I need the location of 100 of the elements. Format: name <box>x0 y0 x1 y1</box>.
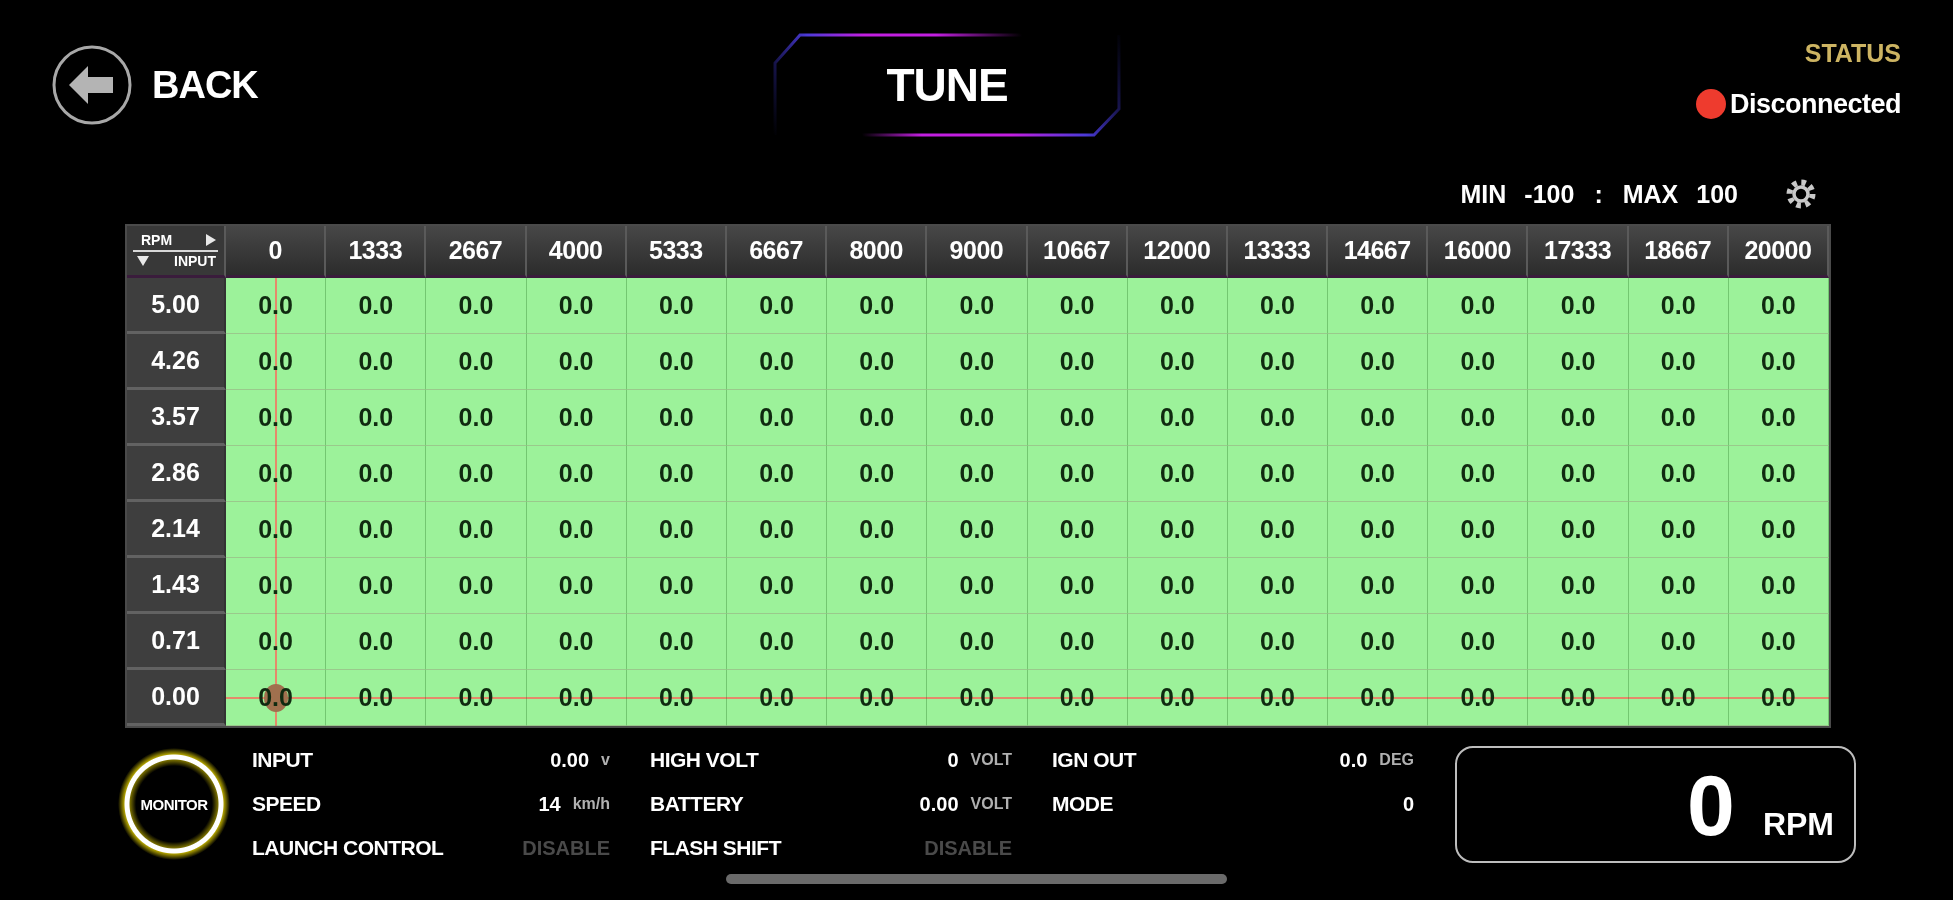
table-cell[interactable]: 0.0 <box>1728 446 1829 502</box>
table-cell[interactable]: 0.0 <box>827 390 928 446</box>
table-cell[interactable]: 0.0 <box>426 558 527 614</box>
table-cell[interactable]: 0.0 <box>426 502 527 558</box>
table-cell[interactable]: 0.0 <box>326 502 427 558</box>
table-cell[interactable]: 0.0 <box>1528 614 1629 670</box>
table-cell[interactable]: 0.0 <box>1428 446 1529 502</box>
table-cell[interactable]: 0.0 <box>1428 558 1529 614</box>
back-button[interactable]: BACK <box>52 45 258 125</box>
table-cell[interactable]: 0.0 <box>426 446 527 502</box>
table-cell[interactable]: 0.0 <box>626 614 727 670</box>
table-cell[interactable]: 0.0 <box>726 502 828 558</box>
table-cell[interactable]: 0.0 <box>1728 502 1829 558</box>
table-cell[interactable]: 0.0 <box>1127 334 1228 390</box>
table-cell[interactable]: 0.0 <box>626 390 727 446</box>
table-cell[interactable]: 0.0 <box>1127 614 1228 670</box>
table-cell[interactable]: 0.0 <box>1328 502 1429 558</box>
table-cell[interactable]: 0.0 <box>1728 390 1829 446</box>
table-cell[interactable]: 0.0 <box>927 446 1028 502</box>
table-cell[interactable]: 0.0 <box>426 614 527 670</box>
table-cell[interactable]: 0.0 <box>827 558 928 614</box>
table-cell[interactable]: 0.0 <box>1027 278 1128 334</box>
table-cell[interactable]: 0.0 <box>1227 502 1329 558</box>
table-cell[interactable]: 0.0 <box>1027 614 1128 670</box>
table-cell[interactable]: 0.0 <box>1428 390 1529 446</box>
table-cell[interactable]: 0.0 <box>726 390 828 446</box>
table-cell[interactable]: 0.0 <box>1728 614 1829 670</box>
table-cell[interactable]: 0.0 <box>626 502 727 558</box>
table-cell[interactable]: 0.0 <box>626 558 727 614</box>
table-cell[interactable]: 0.0 <box>326 614 427 670</box>
table-cell[interactable]: 0.0 <box>526 614 627 670</box>
table-cell[interactable]: 0.0 <box>626 334 727 390</box>
table-cell[interactable]: 0.0 <box>1528 390 1629 446</box>
table-cell[interactable]: 0.0 <box>927 278 1028 334</box>
table-cell[interactable]: 0.0 <box>927 390 1028 446</box>
table-cell[interactable]: 0.0 <box>726 278 828 334</box>
table-cell[interactable]: 0.0 <box>1328 558 1429 614</box>
table-cell[interactable]: 0.0 <box>1328 390 1429 446</box>
table-cell[interactable]: 0.0 <box>1328 614 1429 670</box>
table-cell[interactable]: 0.0 <box>1628 446 1729 502</box>
table-cell[interactable]: 0.0 <box>626 446 727 502</box>
table-cell[interactable]: 0.0 <box>1227 390 1329 446</box>
table-cell[interactable]: 0.0 <box>1027 446 1128 502</box>
monitor-button[interactable]: MONITOR <box>118 748 230 860</box>
table-cell[interactable]: 0.0 <box>1127 278 1228 334</box>
table-cell[interactable]: 0.0 <box>927 558 1028 614</box>
table-cell[interactable]: 0.0 <box>1528 502 1629 558</box>
table-cell[interactable]: 0.0 <box>1428 278 1529 334</box>
table-cell[interactable]: 0.0 <box>1227 558 1329 614</box>
table-cell[interactable]: 0.0 <box>1528 278 1629 334</box>
table-cell[interactable]: 0.0 <box>526 278 627 334</box>
table-cell[interactable]: 0.0 <box>726 446 828 502</box>
table-cell[interactable]: 0.0 <box>1528 334 1629 390</box>
table-cell[interactable]: 0.0 <box>1628 614 1729 670</box>
table-cell[interactable]: 0.0 <box>326 334 427 390</box>
table-cell[interactable]: 0.0 <box>1027 334 1128 390</box>
table-cell[interactable]: 0.0 <box>426 334 527 390</box>
table-cell[interactable]: 0.0 <box>1528 446 1629 502</box>
table-cell[interactable]: 0.0 <box>827 502 928 558</box>
table-cell[interactable]: 0.0 <box>827 334 928 390</box>
table-cell[interactable]: 0.0 <box>1127 502 1228 558</box>
settings-icon[interactable] <box>1786 179 1816 209</box>
table-cell[interactable]: 0.0 <box>526 390 627 446</box>
table-cell[interactable]: 0.0 <box>326 278 427 334</box>
table-cell[interactable]: 0.0 <box>1027 558 1128 614</box>
table-cell[interactable]: 0.0 <box>1328 334 1429 390</box>
table-cell[interactable]: 0.0 <box>526 334 627 390</box>
table-cell[interactable]: 0.0 <box>827 614 928 670</box>
table-cell[interactable]: 0.0 <box>1428 614 1529 670</box>
table-cell[interactable]: 0.0 <box>1227 446 1329 502</box>
table-cell[interactable]: 0.0 <box>626 278 727 334</box>
table-cell[interactable]: 0.0 <box>1628 558 1729 614</box>
table-cell[interactable]: 0.0 <box>426 390 527 446</box>
table-cell[interactable]: 0.0 <box>1728 334 1829 390</box>
table-cell[interactable]: 0.0 <box>526 558 627 614</box>
table-cell[interactable]: 0.0 <box>726 558 828 614</box>
table-cell[interactable]: 0.0 <box>1528 558 1629 614</box>
table-cell[interactable]: 0.0 <box>1227 614 1329 670</box>
table-cell[interactable]: 0.0 <box>326 390 427 446</box>
table-cell[interactable]: 0.0 <box>426 278 527 334</box>
table-cell[interactable]: 0.0 <box>927 614 1028 670</box>
table-cell[interactable]: 0.0 <box>1428 502 1529 558</box>
table-cell[interactable]: 0.0 <box>927 334 1028 390</box>
table-cell[interactable]: 0.0 <box>1127 558 1228 614</box>
table-cell[interactable]: 0.0 <box>726 334 828 390</box>
table-cell[interactable]: 0.0 <box>526 446 627 502</box>
table-cell[interactable]: 0.0 <box>326 558 427 614</box>
table-cell[interactable]: 0.0 <box>827 446 928 502</box>
table-cell[interactable]: 0.0 <box>927 502 1028 558</box>
table-cell[interactable]: 0.0 <box>1328 278 1429 334</box>
table-cell[interactable]: 0.0 <box>827 278 928 334</box>
table-cell[interactable]: 0.0 <box>1127 446 1228 502</box>
table-cell[interactable]: 0.0 <box>526 502 627 558</box>
table-cell[interactable]: 0.0 <box>1027 502 1128 558</box>
table-cell[interactable]: 0.0 <box>1728 278 1829 334</box>
table-cell[interactable]: 0.0 <box>1328 446 1429 502</box>
table-cell[interactable]: 0.0 <box>1428 334 1529 390</box>
table-cell[interactable]: 0.0 <box>1027 390 1128 446</box>
table-cell[interactable]: 0.0 <box>1628 502 1729 558</box>
table-cell[interactable]: 0.0 <box>1728 558 1829 614</box>
